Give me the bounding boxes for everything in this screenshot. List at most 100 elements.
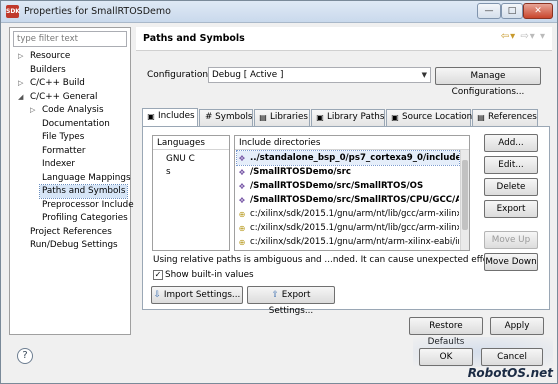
include-row[interactable]: ❖ /SmallRTOSDemo/src (237, 165, 459, 179)
tab-references[interactable]: ▤ References (472, 109, 538, 126)
vertical-scrollbar[interactable] (460, 150, 469, 250)
include-row[interactable]: ⊕ c:/xilinx/sdk/2015.1/gnu/arm/nt/lib/gcc… (237, 207, 459, 221)
tab-label: Source Location (402, 112, 473, 122)
builtin-include-icon: ⊕ (238, 224, 246, 233)
history-navigation: ⇦▾ ⇨▾ ▾ (501, 31, 546, 42)
configuration-select[interactable]: Debug [ Active ] ▼ (208, 67, 431, 83)
import-icon: ⇩ (153, 290, 162, 300)
tree-item-cpp-general[interactable]: C/C++ General (30, 91, 97, 104)
cancel-button[interactable]: Cancel (481, 348, 543, 366)
tab-label: Includes (158, 111, 195, 121)
tree-item-resource[interactable]: Resource (30, 50, 70, 63)
tree-item-builders[interactable]: Builders (30, 64, 66, 77)
include-row[interactable]: ❖ /SmallRTOSDemo/src/SmallRTOS/OS (237, 179, 459, 193)
sdk-app-icon: SDK (6, 5, 20, 18)
watermark-logo: RobotOS.net (467, 366, 553, 380)
show-builtin-label: Show built-in values (165, 270, 254, 280)
collapse-twisty-icon[interactable]: ◢ (18, 91, 23, 104)
relative-paths-note: Using relative paths is ambiguous and ..… (153, 255, 504, 265)
tree-item-code-analysis[interactable]: Code Analysis (42, 104, 104, 117)
export-icon: ⇧ (271, 290, 279, 300)
export-button[interactable]: Export (484, 200, 538, 218)
export-settings-button[interactable]: ⇧ Export Settings... (247, 286, 335, 316)
tree-item-indexer[interactable]: Indexer (42, 158, 75, 171)
tab-symbols[interactable]: # Symbols (199, 109, 253, 126)
scrollbar-thumb[interactable] (462, 160, 468, 230)
include-row[interactable]: ❖ /SmallRTOSDemo/src/SmallRTOS/CPU/GCC/AR… (237, 193, 459, 207)
tree-item-paths-and-symbols[interactable]: Paths and Symbols (38, 184, 129, 199)
include-path: c:/xilinx/sdk/2015.1/gnu/arm/nt/lib/gcc/… (250, 223, 459, 233)
properties-dialog: SDK Properties for SmallRTOSDemo — □ ✕ ▷… (0, 0, 558, 384)
page-title: Paths and Symbols (143, 33, 245, 44)
back-arrow-icon[interactable]: ⇦▾ (501, 31, 516, 42)
configuration-label: Configuration: (147, 70, 212, 80)
tree-item-formatter[interactable]: Formatter (42, 145, 85, 158)
move-down-button[interactable]: Move Down (484, 253, 538, 271)
include-path: /SmallRTOSDemo/src (250, 167, 351, 177)
tree-item-profiling-categories[interactable]: Profiling Categories (42, 212, 128, 225)
expand-twisty-icon[interactable]: ▷ (18, 77, 23, 90)
page-header: Paths and Symbols ⇦▾ ⇨▾ ▾ (136, 27, 552, 51)
configuration-value: Debug [ Active ] (212, 70, 284, 80)
language-item[interactable]: s (166, 166, 171, 178)
restore-defaults-button[interactable]: Restore Defaults (409, 317, 483, 347)
builtin-include-icon: ⊕ (238, 210, 246, 219)
includes-panel: Languages GNU C s Include directories ❖.… (142, 126, 550, 316)
workspace-include-icon: ❖ (238, 182, 246, 191)
minimize-button[interactable]: — (477, 3, 501, 19)
show-builtin-checkbox[interactable]: ✓ (153, 270, 163, 280)
delete-button[interactable]: Delete (484, 178, 538, 196)
tab-source-location[interactable]: ▣ Source Location (386, 109, 473, 126)
tree-item-preprocessor-include[interactable]: Preprocessor Include (42, 199, 134, 212)
window-title: Properties for SmallRTOSDemo (24, 6, 171, 17)
languages-list: Languages GNU C s (152, 135, 230, 251)
tab-includes[interactable]: ▣ Includes (142, 108, 198, 127)
include-row[interactable]: ❖ ../standalone_bsp_0/ps7_cortexa9_0/incl… (236, 150, 460, 166)
include-path: /SmallRTOSDemo/src/SmallRTOS/OS (250, 181, 424, 191)
workspace-include-icon: ❖ (238, 196, 246, 205)
include-path: c:/xilinx/sdk/2015.1/gnu/arm/nt/arm-xili… (250, 237, 459, 247)
include-directories-list: Include directories ❖ ../standalone_bsp_0… (234, 135, 470, 251)
filter-input[interactable] (13, 31, 127, 47)
folder-icon: ▣ (147, 112, 155, 121)
forward-arrow-icon[interactable]: ⇨▾ (520, 31, 535, 42)
edit-button[interactable]: Edit... (484, 156, 538, 174)
include-path: ../standalone_bsp_0/ps7_cortexa9_0/inclu… (250, 153, 459, 163)
expand-twisty-icon[interactable]: ▷ (18, 50, 23, 63)
import-settings-button[interactable]: ⇩ Import Settings... (151, 286, 243, 304)
ok-button[interactable]: OK (419, 348, 473, 366)
title-bar: SDK Properties for SmallRTOSDemo — □ ✕ (1, 1, 557, 23)
help-icon[interactable]: ? (17, 348, 33, 364)
import-settings-label: Import Settings... (163, 290, 241, 300)
tree-item-cpp-build[interactable]: C/C++ Build (30, 77, 85, 90)
references-icon: ▤ (477, 113, 485, 122)
view-menu-icon[interactable]: ▾ (540, 31, 546, 42)
workspace-include-icon: ❖ (238, 168, 246, 177)
tree-item-language-mappings[interactable]: Language Mappings (42, 172, 131, 185)
tab-library-paths[interactable]: ▣ Library Paths (311, 109, 385, 126)
maximize-button[interactable]: □ (501, 3, 523, 19)
tree-item-documentation[interactable]: Documentation (42, 118, 110, 131)
apply-button[interactable]: Apply (490, 317, 544, 335)
languages-header: Languages (153, 136, 229, 150)
library-icon: ▤ (259, 113, 267, 122)
tab-label: Libraries (270, 112, 308, 122)
folder-icon: ▣ (391, 113, 399, 122)
add-button[interactable]: Add... (484, 134, 538, 152)
folder-icon: ▣ (316, 113, 324, 122)
tree-item-run-debug-settings[interactable]: Run/Debug Settings (30, 239, 118, 252)
include-row[interactable]: ⊕ c:/xilinx/sdk/2015.1/gnu/arm/nt/arm-xil… (237, 235, 459, 249)
move-up-button[interactable]: Move Up (484, 231, 538, 249)
language-item[interactable]: GNU C (166, 153, 195, 165)
tab-label: References (488, 112, 537, 122)
manage-configurations-button[interactable]: Manage Configurations... (435, 67, 541, 97)
tree-item-project-references[interactable]: Project References (30, 226, 112, 239)
tree-item-file-types[interactable]: File Types (42, 131, 84, 144)
expand-twisty-icon[interactable]: ▷ (30, 104, 35, 117)
include-row[interactable]: ⊕ c:/xilinx/sdk/2015.1/gnu/arm/nt/lib/gcc… (237, 221, 459, 235)
tab-label: Library Paths (327, 112, 385, 122)
close-button[interactable]: ✕ (523, 3, 553, 19)
tab-libraries[interactable]: ▤ Libraries (254, 109, 310, 126)
include-path: /SmallRTOSDemo/src/SmallRTOS/CPU/GCC/AR.… (250, 195, 459, 205)
workspace-include-icon: ❖ (238, 154, 246, 163)
